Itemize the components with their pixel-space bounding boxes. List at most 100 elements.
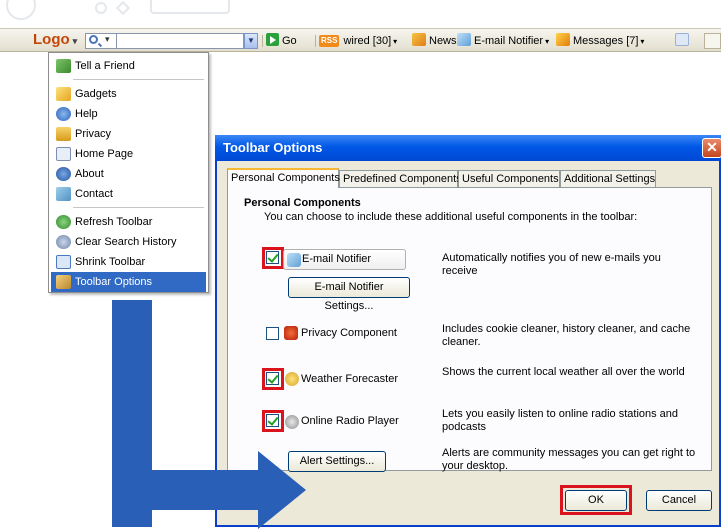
address-bar-ghost [150,0,230,14]
menu-item-label: Gadgets [75,88,117,100]
toolbar-separator [262,35,263,47]
menu-item-contact[interactable]: Contact [51,184,206,204]
search-icon [89,35,98,44]
tab-useful-components[interactable]: Useful Components [458,170,560,188]
people-icon [56,59,71,73]
info-icon [56,167,71,181]
toolbar-overflow-button[interactable] [704,33,721,49]
chevron-down-icon: ▾ [105,34,110,44]
component-name: E-mail Notifier [302,253,372,265]
menu-item-clear-search-history[interactable]: Clear Search History [51,232,206,252]
go-label: Go [282,35,297,47]
component-name: Privacy Component [301,327,397,339]
shrink-icon [56,255,71,269]
email-notifier-checkbox[interactable] [266,251,279,264]
menu-item-label: Home Page [75,148,134,160]
rss-button[interactable]: RSS wired [30] ▾ [319,33,397,49]
tab-personal-components[interactable]: Personal Components [227,168,340,188]
menu-item-refresh-toolbar[interactable]: Refresh Toolbar [51,212,206,232]
go-button[interactable]: Go [266,33,297,49]
email-notifier-toggle[interactable]: E-mail Notifier [283,249,406,270]
refresh-icon [56,215,71,229]
rss-icon: RSS [319,35,340,47]
search-input[interactable] [117,33,244,49]
menu-item-label: About [75,168,104,180]
messages-button[interactable]: Messages [7] ▾ [556,33,644,49]
annotation-arrow-shaft [112,470,260,510]
weather-forecaster-checkbox[interactable] [266,372,279,385]
chat-button[interactable] [675,33,692,49]
mail-icon [457,33,471,46]
radio-icon [285,415,299,429]
dialog-titlebar[interactable]: Toolbar Options ✕ [215,135,721,161]
component-description: Automatically notifies you of new e-mail… [442,252,661,277]
menu-item-label: Clear Search History [75,236,177,248]
menu-item-label: Privacy [75,128,112,140]
lock-icon [56,127,71,141]
messages-icon [556,33,570,46]
menu-item-label: Tell a Friend [75,60,135,72]
chevron-down-icon: ▾ [545,37,550,46]
close-icon[interactable]: ✕ [702,138,721,158]
stop-icon [115,0,131,16]
chevron-down-icon: ▾ [72,36,78,46]
component-description: Lets you easily listen to online radio s… [442,408,679,433]
rss-label: wired [30] [343,35,392,47]
gadgets-icon [56,87,71,101]
menu-item-tell-a-friend[interactable]: Tell a Friend [51,56,206,76]
personal-components-panel: Personal Components You can choose to in… [227,187,712,472]
menu-item-home-page[interactable]: Home Page [51,144,206,164]
menu-item-gadgets[interactable]: Gadgets [51,84,206,104]
component-name: Online Radio Player [301,415,399,427]
dialog-title: Toolbar Options [223,140,323,155]
email-label: E-mail Notifier [474,35,544,47]
logo-dropdown-menu: Tell a Friend Gadgets Help Privacy Home … [48,52,209,293]
component-name: Weather Forecaster [301,373,399,385]
back-icon [6,0,36,20]
search-dropdown-button[interactable]: ▼ [244,33,258,49]
menu-separator [73,79,204,80]
section-description: You can choose to include these addition… [264,211,638,223]
tab-additional-settings[interactable]: Additional Settings [560,170,656,188]
go-arrow-icon [266,33,279,46]
help-icon [56,107,71,121]
menu-item-shrink-toolbar[interactable]: Shrink Toolbar [51,252,206,272]
menu-item-about[interactable]: About [51,164,206,184]
menu-item-label: Contact [75,188,113,200]
chevron-down-icon: ▾ [393,37,398,46]
messages-label: Messages [7] [573,35,639,47]
email-notifier-button[interactable]: E-mail Notifier ▾ [457,33,549,49]
menu-item-toolbar-options[interactable]: Toolbar Options [51,272,206,292]
chat-icon [675,33,689,46]
alert-description: Alerts are community messages you can ge… [442,447,696,472]
news-icon [412,33,426,46]
tab-predefined-components[interactable]: Predefined Components [339,170,462,188]
online-radio-checkbox[interactable] [266,414,279,427]
logo-button[interactable]: Logo ▾ [30,31,80,49]
chevron-down-icon: ▾ [640,37,645,46]
clear-icon [56,235,71,249]
wrench-icon [56,275,71,289]
menu-item-label: Shrink Toolbar [75,256,146,268]
menu-item-help[interactable]: Help [51,104,206,124]
logo-label: Logo [33,31,70,48]
news-button[interactable]: News [412,33,457,49]
search-engine-button[interactable]: ▾ [85,33,117,49]
ok-button[interactable]: OK [565,490,627,511]
menu-separator [73,207,204,208]
weather-icon [285,372,299,386]
cancel-button[interactable]: Cancel [646,490,712,511]
privacy-component-checkbox[interactable] [266,327,279,340]
section-title: Personal Components [244,197,361,209]
custom-toolbar: Logo ▾ ▾ ▼ Go RSS wired [30] ▾ News E-mail … [0,28,721,52]
component-description: Shows the current local weather all over… [442,366,685,378]
privacy-icon [284,326,298,340]
mail-icon [56,187,71,201]
home-icon [56,147,71,161]
toolbar-separator [315,35,316,47]
menu-item-label: Toolbar Options [75,276,153,288]
news-label: News [429,35,457,47]
email-notifier-settings-button[interactable]: E-mail Notifier Settings... [288,277,410,312]
annotation-arrow-head-icon [258,451,306,529]
menu-item-privacy[interactable]: Privacy [51,124,206,144]
